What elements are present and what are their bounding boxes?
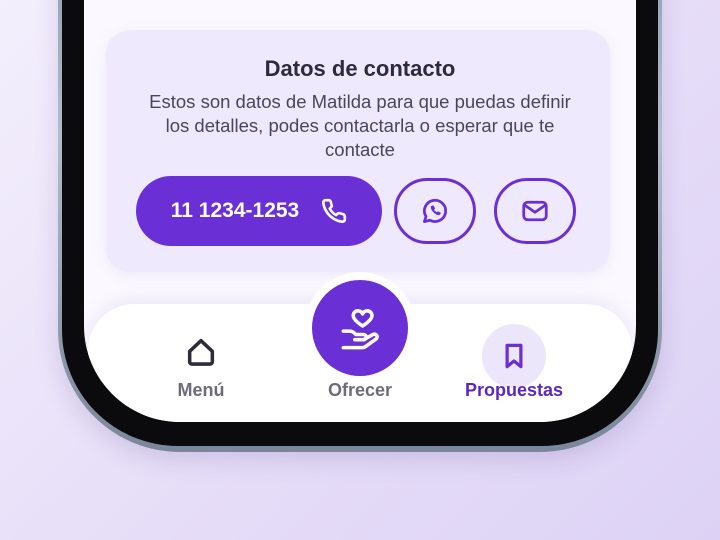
whatsapp-button[interactable] [394,178,476,244]
contact-card-description: Estos son datos de Matilda para que pued… [149,91,571,160]
phone-number: 11 1234-1253 [170,199,300,222]
email-button[interactable] [494,178,576,244]
nav-item-menu[interactable] [181,332,221,372]
home-icon [184,335,218,369]
contact-card-title: Datos de contacto [264,56,456,81]
nav-proposals-label[interactable]: Propuestas [444,380,584,401]
mail-icon [520,196,550,226]
offer-button[interactable] [312,280,408,376]
nav-offer-label[interactable]: Ofrecer [290,380,430,401]
bookmark-icon [499,341,529,371]
call-phone-button[interactable]: 11 1234-1253 [136,176,382,246]
hand-heart-icon [335,303,385,353]
nav-menu-label[interactable]: Menú [144,380,258,401]
nav-item-proposals[interactable] [482,324,546,388]
whatsapp-icon [420,196,450,226]
app-screen: Datos de contacto Estos son datos de Mat… [84,0,636,422]
phone-icon [321,198,347,224]
